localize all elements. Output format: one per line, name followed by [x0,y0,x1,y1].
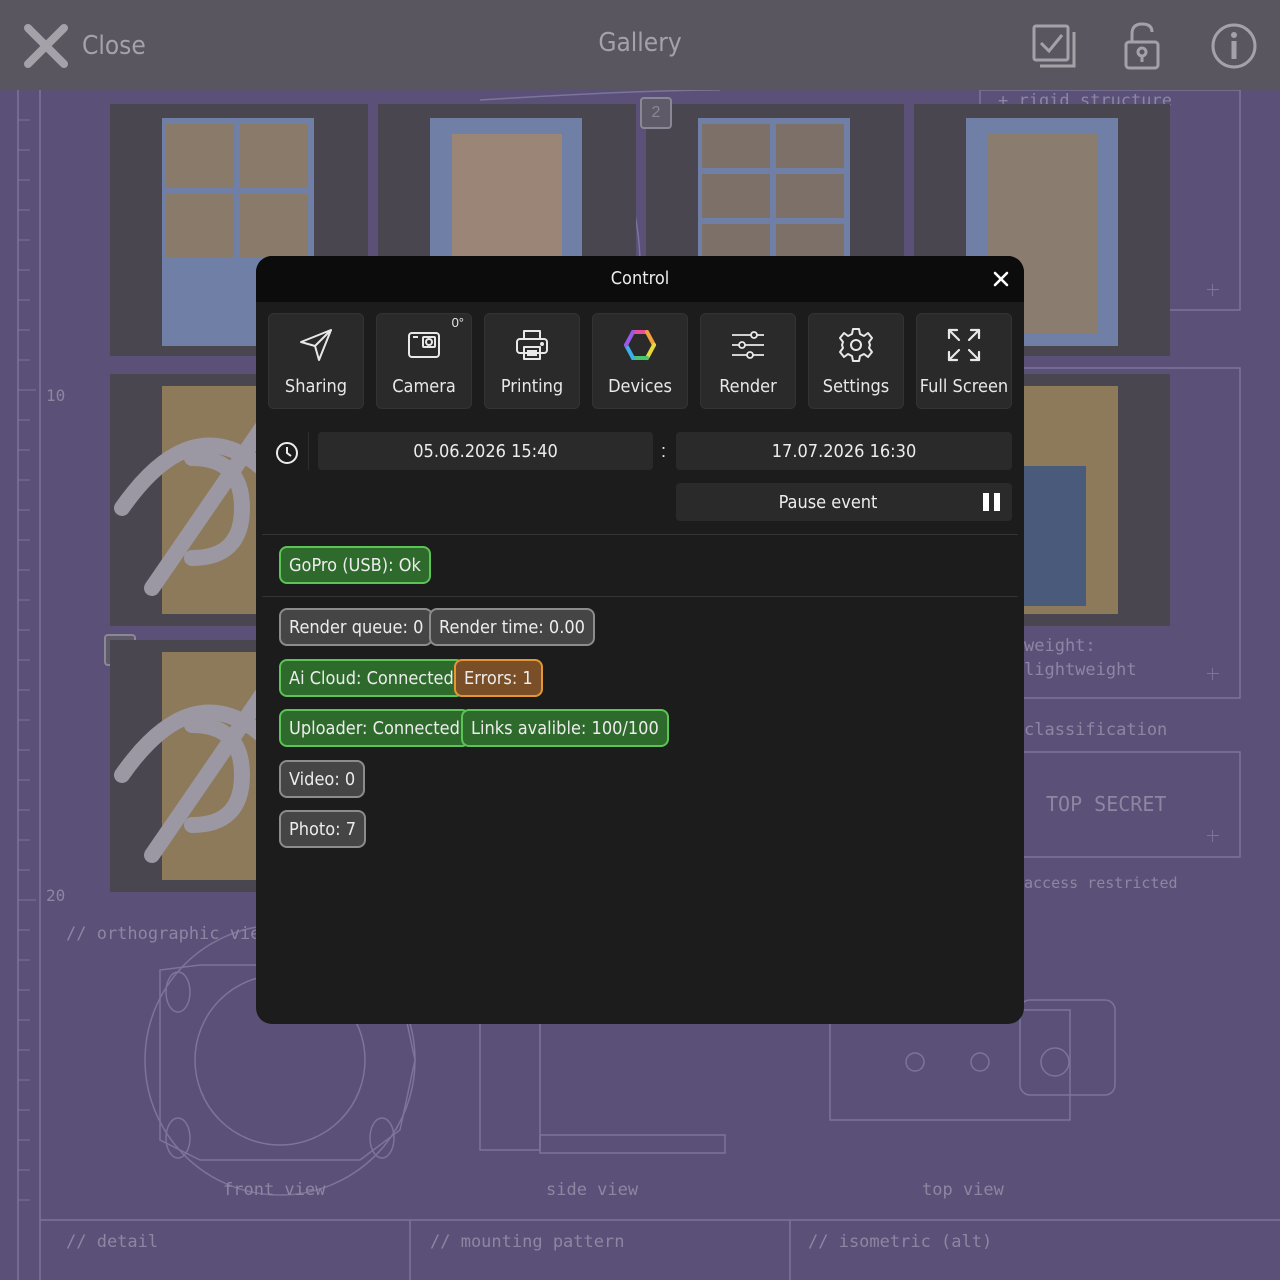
clock-icon [276,442,298,464]
send-icon [300,329,332,361]
tool-label: Camera [392,376,456,397]
links-available-badge: Links avalible: 100/100 [461,709,669,747]
printer-icon [516,330,548,360]
printing-button[interactable]: Printing [484,313,580,409]
pause-icon [983,493,1000,511]
render-queue-badge: Render queue: 0 [279,608,434,646]
sharing-button[interactable]: Sharing [268,313,364,409]
render-time-badge: Render time: 0.00 [429,608,595,646]
tool-label: Printing [500,376,564,397]
settings-button[interactable]: Settings [808,313,904,409]
devices-button[interactable]: Devices [592,313,688,409]
dialog-header: Control [256,256,1024,302]
fullscreen-icon [947,328,981,362]
tool-label: Settings [822,376,890,397]
devices-hexagon-icon [624,330,656,360]
photo-count-badge: Photo: 7 [279,810,367,848]
render-button[interactable]: Render [700,313,796,409]
select-all-checkbox-icon[interactable] [1030,22,1078,70]
ai-cloud-status-badge: Ai Cloud: Connected [279,659,464,697]
gear-icon [839,328,873,362]
event-end-datetime[interactable]: 17.07.2026 16:30 [676,432,1012,470]
dialog-title: Control [610,268,670,289]
errors-badge[interactable]: Errors: 1 [454,659,543,697]
divider [262,596,1018,597]
divider [308,432,309,470]
camera-rotation-badge: 0° [451,315,464,330]
control-dialog: Control Sharing 0° Camera Printing Devic… [256,256,1024,1024]
pause-event-button[interactable]: Pause event [676,483,1012,521]
video-count-badge: Video: 0 [279,760,366,798]
full-screen-button[interactable]: Full Screen [916,313,1012,409]
sliders-icon [732,331,764,359]
gopro-status-badge: GoPro (USB): Ok [279,546,431,584]
page-title: Gallery [598,28,682,58]
pause-event-label: Pause event [778,492,878,513]
camera-button[interactable]: 0° Camera [376,313,472,409]
divider [262,534,1018,535]
tool-label: Sharing [284,376,348,397]
top-bar: Close Gallery [0,0,1280,90]
lock-open-icon[interactable] [1120,22,1168,70]
tool-label: Render [719,376,777,397]
event-start-datetime[interactable]: 05.06.2026 15:40 [318,432,653,470]
uploader-status-badge: Uploader: Connected [279,709,470,747]
close-icon[interactable] [990,268,1012,290]
tool-label: Devices [608,376,672,397]
info-icon[interactable] [1210,22,1258,70]
camera-icon [408,332,440,358]
tool-label: Full Screen [919,376,1009,397]
datetime-separator: : [661,441,667,461]
